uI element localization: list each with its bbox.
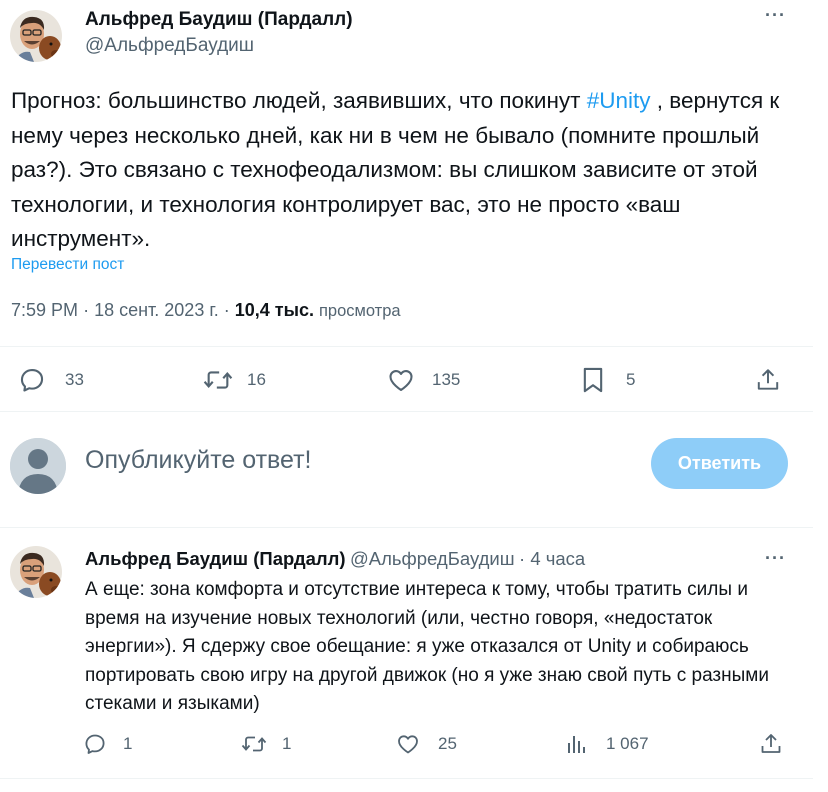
reply-like-button[interactable]: 25 bbox=[396, 732, 457, 756]
views-count: 10,4 тыс. bbox=[234, 300, 314, 320]
reply-author-handle[interactable]: @АльфредБаудиш bbox=[350, 548, 515, 569]
divider bbox=[0, 527, 813, 528]
share-button[interactable] bbox=[755, 366, 781, 394]
tweet-meta: 7:59 PM · 18 сент. 2023 г. · 10,4 тыс. п… bbox=[11, 300, 401, 321]
heart-icon bbox=[389, 369, 413, 391]
more-dots-icon[interactable]: ··· bbox=[765, 6, 786, 24]
reply-author-name[interactable]: Альфред Баудиш (Пардалл) bbox=[85, 548, 346, 569]
views-chart-icon bbox=[568, 736, 585, 753]
reply-input[interactable]: Опубликуйте ответ! bbox=[85, 446, 312, 475]
hashtag-link[interactable]: #Unity bbox=[587, 88, 651, 113]
reply-like-count: 25 bbox=[438, 734, 457, 753]
divider bbox=[0, 411, 813, 412]
reply-share-button[interactable] bbox=[759, 732, 783, 756]
tweet-time[interactable]: 7:59 PM bbox=[11, 300, 78, 320]
divider bbox=[0, 778, 813, 779]
author-name[interactable]: Альфред Баудиш (Пардалл) bbox=[85, 9, 353, 31]
bookmark-icon bbox=[583, 367, 603, 393]
current-user-avatar bbox=[10, 438, 66, 494]
heart-icon bbox=[398, 735, 418, 754]
views-label: просмотра bbox=[318, 302, 401, 320]
tweet-text: Прогноз: большинство людей, заявивших, ч… bbox=[11, 84, 801, 257]
bookmark-count: 5 bbox=[626, 370, 636, 389]
tweet-date[interactable]: 18 сент. 2023 г. bbox=[94, 300, 219, 320]
retweet-icon bbox=[203, 371, 233, 389]
share-icon bbox=[761, 734, 781, 753]
reply-views-button[interactable]: 1 067 bbox=[566, 732, 649, 756]
reply-submit-button[interactable]: Ответить bbox=[651, 438, 788, 489]
reply-icon bbox=[20, 369, 44, 392]
reply-author-avatar[interactable] bbox=[10, 546, 62, 598]
reply-header: Альфред Баудиш (Пардалл) @АльфредБаудиш … bbox=[85, 548, 585, 570]
tweet-text-part1: Прогноз: большинство людей, заявивших, ч… bbox=[11, 88, 587, 113]
meta-separator: · bbox=[223, 300, 235, 320]
reply-reply-button[interactable]: 1 bbox=[83, 732, 132, 756]
retweet-button[interactable]: 16 bbox=[202, 366, 266, 394]
reply-views-count: 1 067 bbox=[606, 734, 649, 753]
reply-time[interactable]: 4 часа bbox=[530, 548, 585, 569]
reply-separator: · bbox=[519, 548, 531, 569]
share-icon bbox=[757, 369, 779, 390]
reply-button[interactable]: 33 bbox=[18, 366, 84, 394]
reply-reply-count: 1 bbox=[123, 734, 133, 753]
author-handle[interactable]: @АльфредБаудиш bbox=[85, 35, 254, 57]
like-button[interactable]: 135 bbox=[387, 366, 460, 394]
translate-post-link[interactable]: Перевести пост bbox=[11, 256, 124, 274]
bookmark-button[interactable]: 5 bbox=[581, 366, 635, 394]
divider bbox=[0, 346, 813, 347]
reply-text: А еще: зона комфорта и отсутствие интере… bbox=[85, 579, 769, 714]
reply-icon bbox=[85, 734, 105, 754]
retweet-icon bbox=[241, 736, 267, 752]
reply-retweet-button[interactable]: 1 bbox=[240, 732, 291, 756]
meta-separator: · bbox=[83, 300, 95, 320]
like-count: 135 bbox=[432, 370, 461, 389]
author-avatar[interactable] bbox=[10, 10, 62, 62]
reply-count: 33 bbox=[65, 370, 84, 389]
reply-retweet-count: 1 bbox=[282, 734, 292, 753]
more-dots-icon[interactable]: ··· bbox=[765, 549, 786, 567]
retweet-count: 16 bbox=[247, 370, 266, 389]
